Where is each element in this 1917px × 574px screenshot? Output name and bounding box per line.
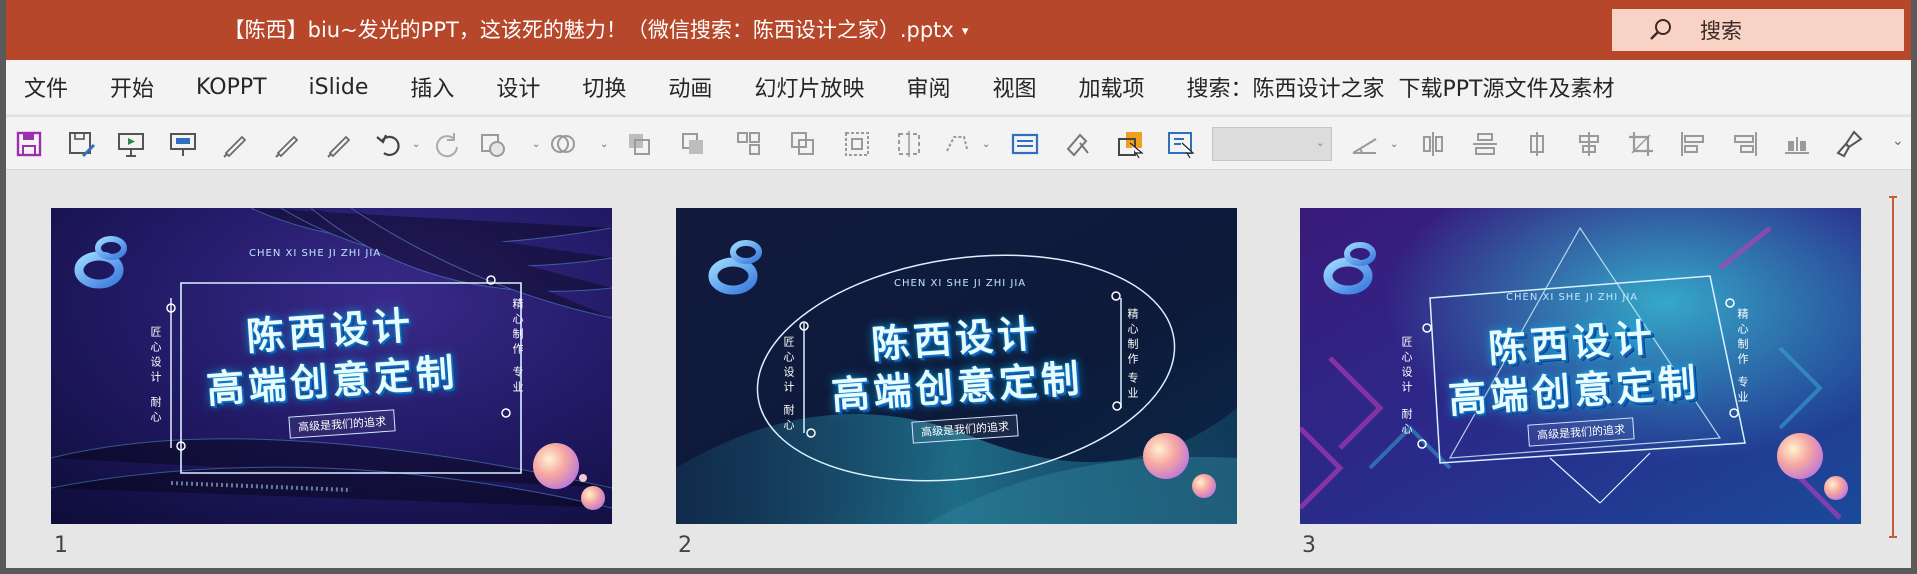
title-bar: 【陈西】biu~发光的PPT，这该死的魅力！（微信搜索：陈西设计之家）.pptx… [6,0,1911,60]
edit-text-icon[interactable] [1164,127,1198,161]
align-middle-icon[interactable] [1468,127,1502,161]
shape-dropdown-icon[interactable]: ⌄ [532,139,540,150]
align-bottom-icon[interactable] [1572,127,1606,161]
tab-view[interactable]: 视图 [992,71,1036,103]
tab-promo-search[interactable]: 搜索：陈西设计之家 [1186,71,1384,103]
slide-left-vertical: 匠心设计 [1400,336,1413,396]
save-as-icon[interactable] [64,127,98,161]
slide-left-vertical-2: 耐心 [1400,408,1413,438]
undo-icon[interactable] [372,127,406,161]
tab-transitions[interactable]: 切换 [582,71,626,103]
slide-subtitle: CHEN XI SHE JI ZHI JIA [1506,292,1639,303]
select-objects-icon[interactable] [840,127,874,161]
merge-shapes-icon[interactable] [546,127,580,161]
slide-left-vertical: 匠心设计 [149,326,162,386]
crop-shape-icon[interactable] [940,127,974,161]
tab-koppt[interactable]: KOPPT [196,75,267,100]
slide-left-vertical-2: 耐心 [782,404,795,434]
group-icon[interactable] [732,127,766,161]
brush-icon[interactable] [1832,127,1866,161]
tab-slideshow[interactable]: 幻灯片放映 [754,71,864,103]
slide-thumbnail-3[interactable]: CHEN XI SHE JI ZHI JIA 陈西设计 高端创意定制 高级是我们… [1300,208,1861,524]
slide-right-vertical: 精心制作 [511,298,524,358]
save-icon[interactable] [12,127,46,161]
text-box-icon[interactable] [1008,127,1042,161]
more-icon[interactable]: ⌄ [1892,133,1904,149]
selection-pane-icon[interactable] [1114,127,1148,161]
slide-right-vertical: 精心制作 [1736,308,1749,368]
crop-dropdown-icon[interactable]: ⌄ [982,139,990,150]
slide-left-vertical: 匠心设计 [782,336,795,396]
tab-promo-download[interactable]: 下载PPT源文件及素材 [1399,71,1615,103]
align-center-icon[interactable] [1416,127,1450,161]
chevron-down-icon: ⌄ [1315,136,1325,149]
document-title[interactable]: 【陈西】biu~发光的PPT，这该死的魅力！（微信搜索：陈西设计之家）.pptx… [6,14,1186,44]
distribute-vertical-icon[interactable] [1780,127,1814,161]
slideshow-current-icon[interactable] [166,127,200,161]
tab-home[interactable]: 开始 [110,71,154,103]
search-label: 搜索 [1700,19,1742,43]
crop-icon[interactable] [1624,127,1658,161]
powerpoint-window: 【陈西】biu~发光的PPT，这该死的魅力！（微信搜索：陈西设计之家）.pptx… [6,0,1911,568]
tab-animations[interactable]: 动画 [668,71,712,103]
format-painter-icon[interactable] [1060,127,1094,161]
slide-left-vertical-2: 耐心 [149,396,162,426]
bring-forward-icon[interactable] [622,127,656,161]
distribute-icon[interactable] [1520,127,1554,161]
slide-right-vertical-2: 专业 [1126,372,1139,402]
tab-review[interactable]: 审阅 [906,71,950,103]
search-box[interactable]: 搜索 [1612,9,1904,51]
search-icon [1650,19,1671,40]
tab-insert[interactable]: 插入 [410,71,454,103]
slide-subtitle: CHEN XI SHE JI ZHI JIA [894,278,1027,289]
slide-subtitle: CHEN XI SHE JI ZHI JIA [249,248,382,259]
pen-thin-icon[interactable] [322,127,356,161]
ungroup-icon[interactable] [786,127,820,161]
chevron-down-icon[interactable]: ▾ [962,24,969,39]
slide-thumbnail-1[interactable]: CHEN XI SHE JI ZHI JIA 陈西设计 高端创意定制 高级是我们… [51,208,612,524]
align-left-icon[interactable] [1676,127,1710,161]
slideshow-from-start-icon[interactable] [114,127,148,161]
align-box-icon[interactable] [892,127,926,161]
undo-dropdown-icon[interactable]: ⌄ [412,139,420,150]
document-title-text: 【陈西】biu~发光的PPT，这该死的魅力！（微信搜索：陈西设计之家）.pptx [223,18,954,42]
vertical-scrollbar[interactable] [1889,196,1897,538]
line-dropdown-icon[interactable]: ⌄ [1390,139,1398,150]
slide-number-2: 2 [678,533,692,558]
line-icon[interactable] [1348,127,1382,161]
shape-icon[interactable] [476,127,510,161]
tab-islide[interactable]: iSlide [309,75,369,100]
slide-thumbnail-2[interactable]: CHEN XI SHE JI ZHI JIA 陈西设计 高端创意定制 高级是我们… [676,208,1237,524]
tab-addins[interactable]: 加载项 [1078,71,1144,103]
redo-icon[interactable] [430,127,464,161]
pen-icon[interactable] [218,127,252,161]
merge-dropdown-icon[interactable]: ⌄ [600,139,608,150]
pen-alt-icon[interactable] [270,127,304,161]
slide-right-vertical-2: 专业 [1736,376,1749,406]
align-right-icon[interactable] [1728,127,1762,161]
slide-number-1: 1 [54,533,68,558]
send-backward-icon[interactable] [676,127,710,161]
tab-file[interactable]: 文件 [24,71,68,103]
font-size-combo[interactable]: ⌄ [1212,127,1332,161]
quick-toolbar: ⌄ ⌄ ⌄ ⌄ ⌄ ⌄ ⌄ [6,116,1911,170]
tab-design[interactable]: 设计 [496,71,540,103]
ribbon-tabs: 文件 开始 KOPPT iSlide 插入 设计 切换 动画 幻灯片放映 审阅 … [6,60,1911,114]
slide-right-vertical-2: 专业 [511,366,524,396]
slide-number-3: 3 [1302,533,1316,558]
slide-right-vertical: 精心制作 [1126,308,1139,368]
